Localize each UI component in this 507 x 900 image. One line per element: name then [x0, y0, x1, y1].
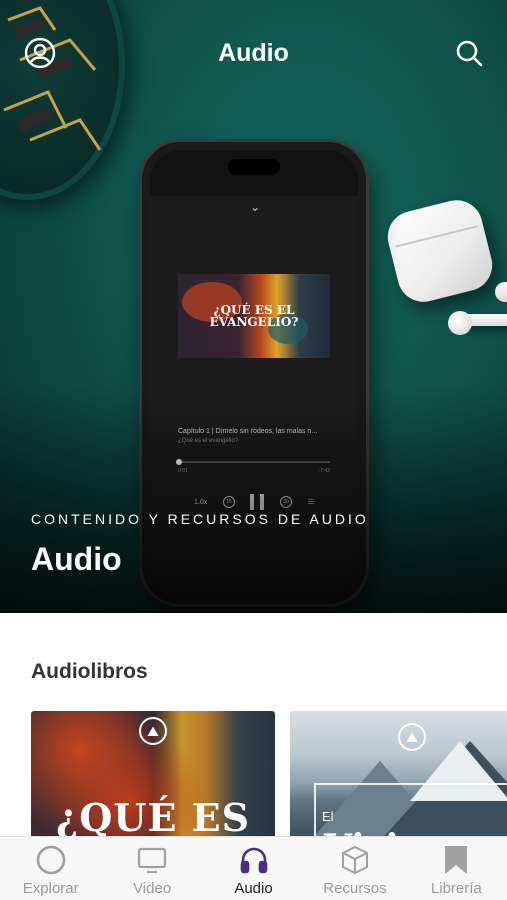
- track-subtitle: ¿Qué es el evangelio?: [178, 438, 239, 444]
- dynamic-island: [228, 159, 280, 175]
- bottom-tab-bar: Explorar Video Audio Recursos Librería: [0, 836, 507, 900]
- tab-label: Audio: [234, 880, 273, 897]
- search-icon[interactable]: [452, 36, 486, 70]
- track-title: Capítulo 1 | Dímelo sin rodeos, las mala…: [178, 428, 318, 435]
- tab-label: Recursos: [323, 880, 387, 897]
- headphones-icon: [237, 844, 271, 876]
- publisher-logo-icon: ⛰: [139, 717, 167, 745]
- tab-libreria[interactable]: Librería: [406, 837, 507, 900]
- hero-banner: ⌄ ¿QUÉ ES EL EVANGELIO? Capítulo 1 | Dím…: [0, 0, 507, 613]
- audiobook-card[interactable]: ⛰ El Visio: [290, 711, 507, 841]
- pause-icon: [250, 494, 265, 510]
- airpod-decoration: [495, 282, 507, 302]
- skip-back-icon: 15: [222, 496, 235, 508]
- audio-player-preview: ⌄ ¿QUÉ ES EL EVANGELIO? Capítulo 1 | Dím…: [150, 196, 358, 596]
- tab-audio[interactable]: Audio: [203, 837, 304, 900]
- binder-clips-decoration: [3, 6, 102, 151]
- publisher-logo-icon: ⛰: [398, 723, 426, 751]
- tab-recursos[interactable]: Recursos: [304, 837, 405, 900]
- tab-label: Video: [133, 880, 172, 897]
- phone-mockup: ⌄ ¿QUÉ ES EL EVANGELIO? Capítulo 1 | Dím…: [142, 142, 366, 604]
- hero-title: Audio: [31, 541, 122, 577]
- progress-bar: [176, 459, 330, 465]
- speed-label: 1.0x: [194, 498, 208, 506]
- player-controls: 1.0x 15 30 ☰: [194, 494, 314, 510]
- airpod-decoration: [448, 311, 472, 335]
- compass-circle-icon: [34, 844, 68, 876]
- airpods-case-decoration: [382, 194, 498, 308]
- hero-kicker: CONTENIDO Y RECURSOS DE AUDIO: [31, 511, 369, 527]
- tab-label: Librería: [430, 880, 482, 897]
- phone-screen: ⌄ ¿QUÉ ES EL EVANGELIO? Capítulo 1 | Dím…: [150, 150, 358, 596]
- section-title-audiobooks: Audiolibros: [31, 660, 148, 683]
- bookmark-icon: [439, 844, 473, 876]
- time-remaining: -7:42: [318, 468, 330, 474]
- skip-forward-icon: 30: [280, 496, 293, 508]
- page-title: Audio: [218, 39, 289, 67]
- audiobook-subtitle: El: [322, 809, 334, 824]
- chevron-down-icon: ⌄: [250, 200, 261, 214]
- book-cover-title: ¿QUÉ ES EL EVANGELIO?: [209, 303, 299, 329]
- tab-label: Explorar: [22, 880, 79, 897]
- time-current: 0:01: [178, 468, 188, 474]
- audiobook-card[interactable]: ⛰ ¿QUÉ ES EL: [31, 711, 275, 841]
- tv-icon: [135, 844, 169, 876]
- box-icon: [338, 844, 372, 876]
- tab-video[interactable]: Video: [101, 837, 202, 900]
- book-cover-art: ¿QUÉ ES EL EVANGELIO?: [178, 274, 330, 358]
- tab-explorar[interactable]: Explorar: [0, 837, 101, 900]
- audiobook-title: ¿QUÉ ES EL: [55, 795, 251, 841]
- queue-icon: ☰: [307, 499, 314, 506]
